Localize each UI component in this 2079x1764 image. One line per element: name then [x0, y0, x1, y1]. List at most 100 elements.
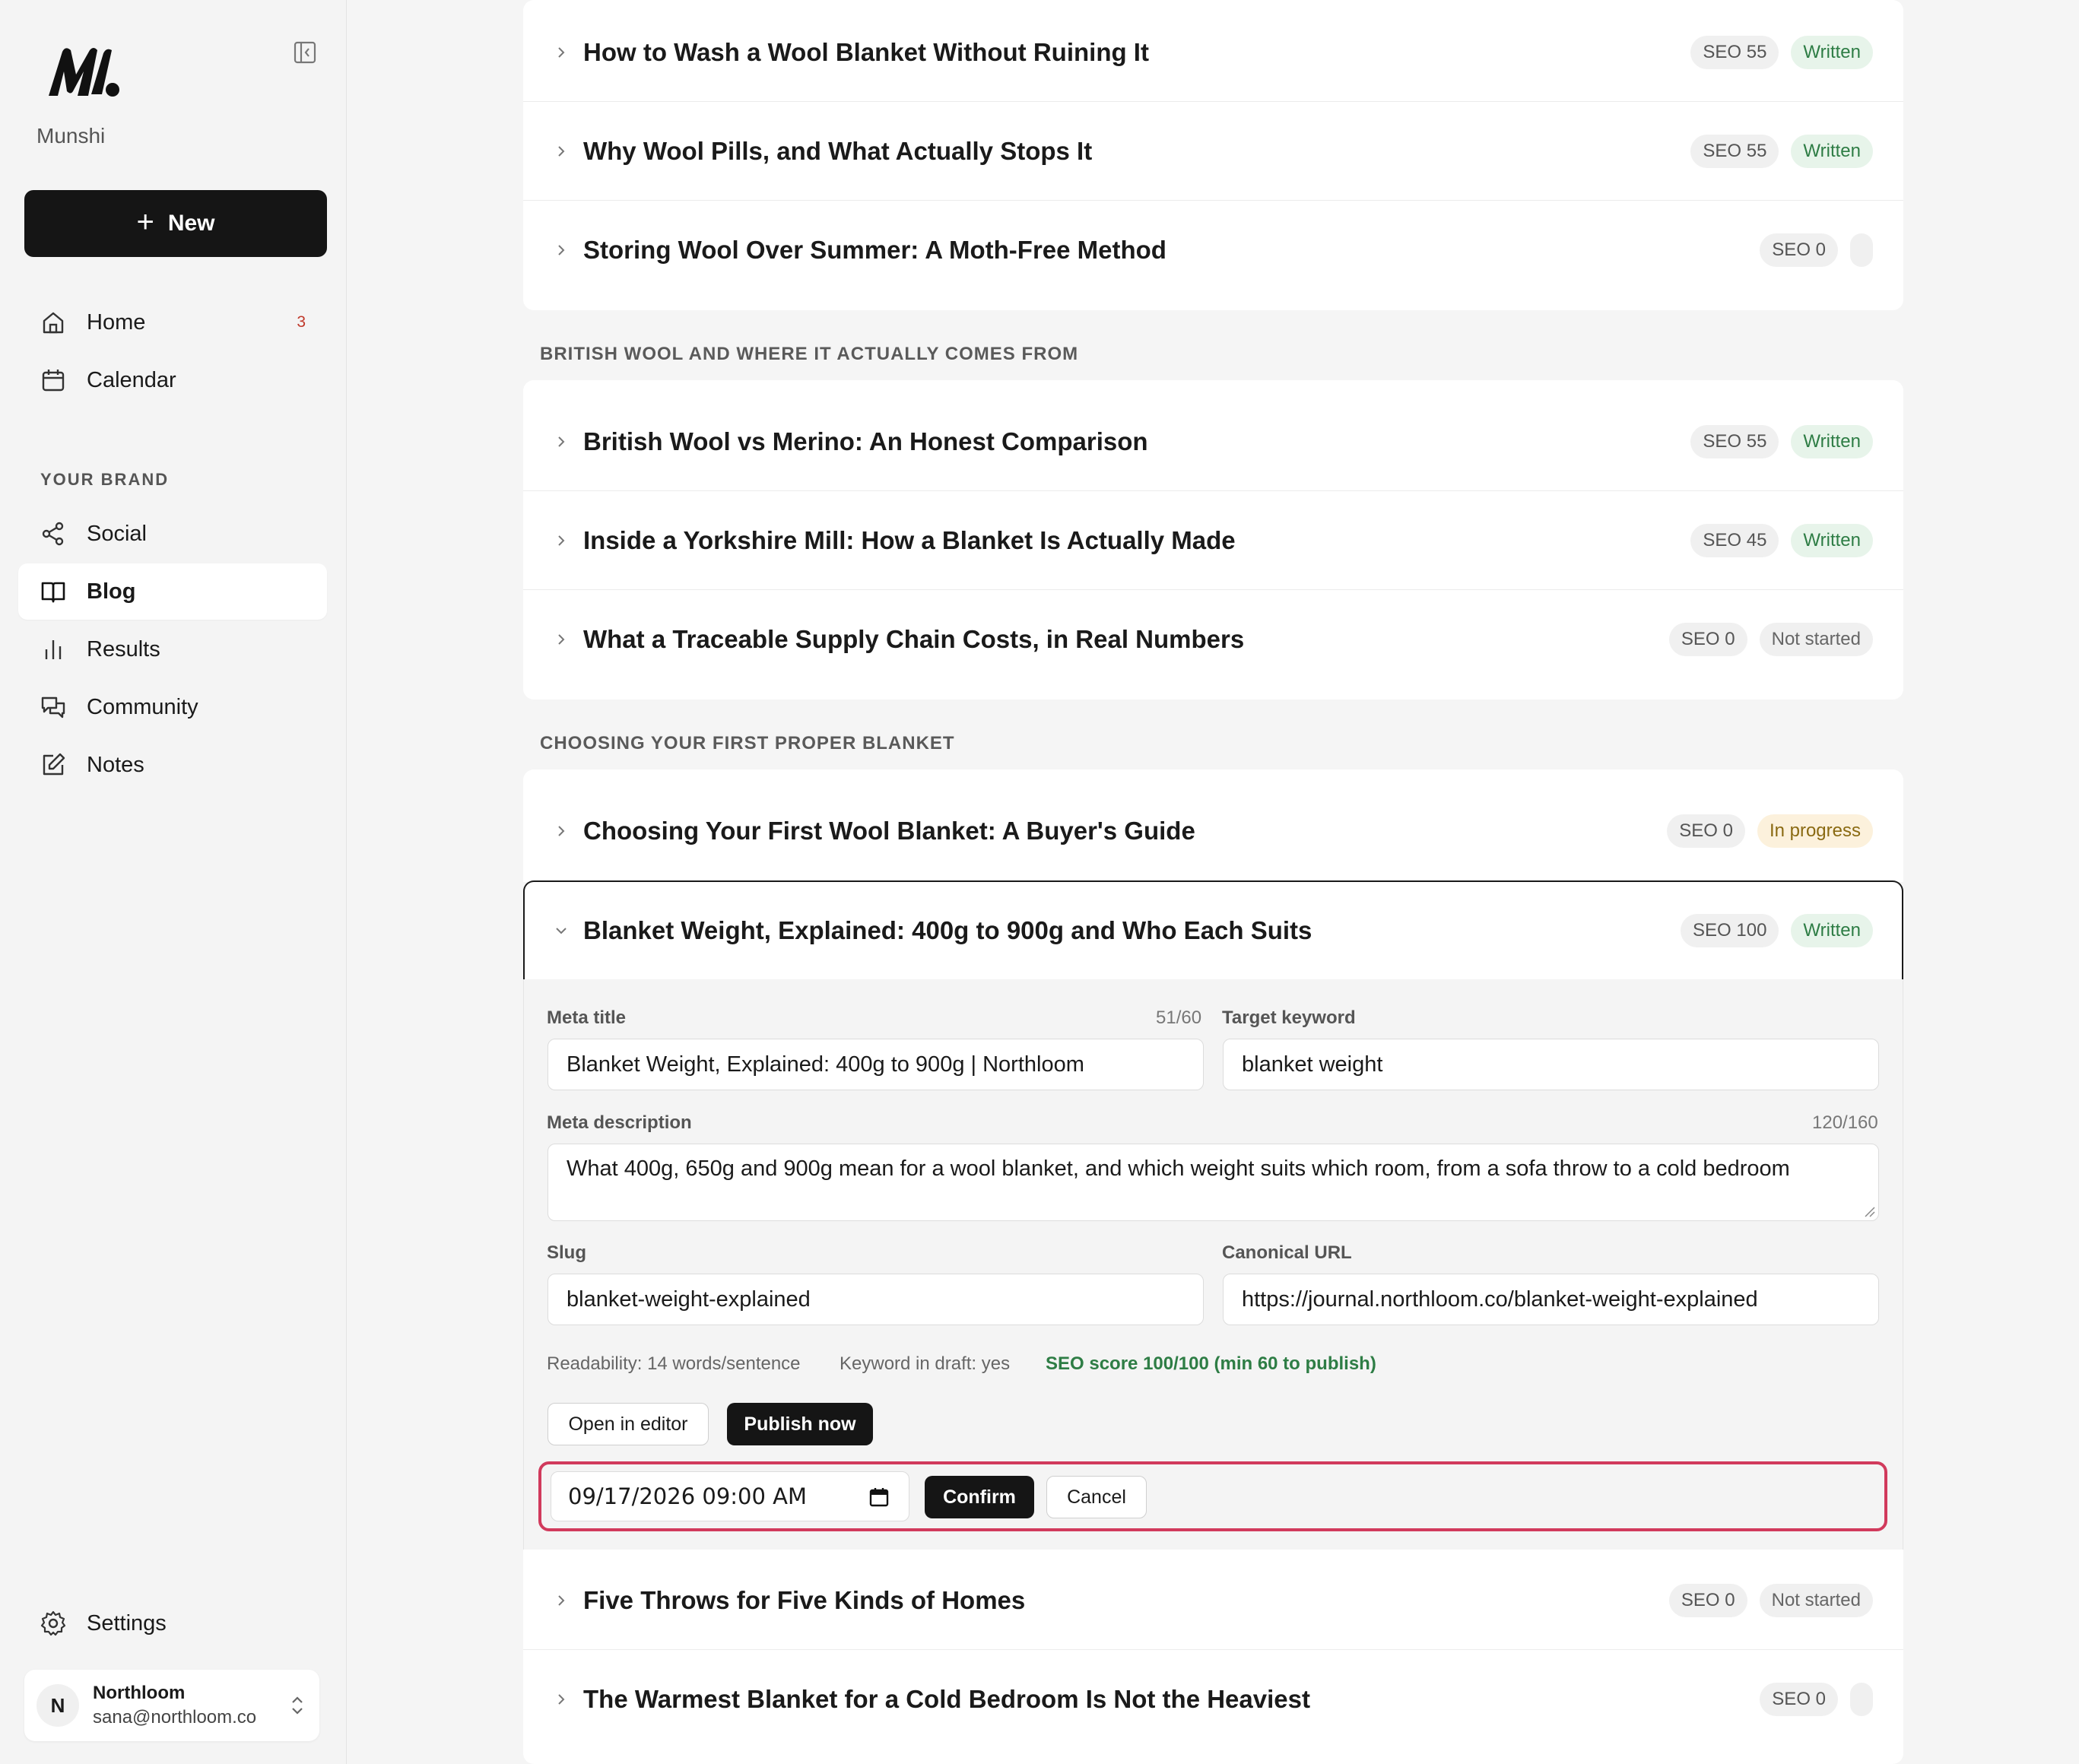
section-label-your-brand: YOUR BRAND	[40, 470, 170, 489]
account-switcher[interactable]: N Northloom sana@northloom.co	[24, 1670, 319, 1741]
nav-social[interactable]: Social	[18, 506, 327, 562]
seo-badge: SEO 0	[1668, 1583, 1747, 1617]
nav-community[interactable]: Community	[18, 679, 327, 735]
post-row[interactable]: How to Wash a Wool Blanket Without Ruini…	[523, 3, 1903, 102]
post-pills: SEO 0 Not started	[1668, 1583, 1873, 1617]
status-badge: Written	[1791, 134, 1873, 168]
post-row[interactable]: Five Throws for Five Kinds of Homes SEO …	[523, 1551, 1903, 1650]
home-icon	[43, 312, 64, 334]
chevron-right-icon	[558, 634, 565, 645]
brand-name: Munshi	[37, 124, 106, 148]
slug-input[interactable]: blanket-weight-explained	[548, 1274, 1204, 1325]
status-badge	[1850, 233, 1873, 267]
seo-badge: SEO 55	[1690, 35, 1779, 69]
nav-notes-label: Notes	[87, 752, 144, 777]
meta-title-input[interactable]: Blanket Weight, Explained: 400g to 900g …	[548, 1039, 1204, 1090]
canonical-url-label: Canonical URL	[1222, 1242, 1352, 1263]
post-title: Five Throws for Five Kinds of Homes	[583, 1585, 1026, 1614]
plus-icon: +	[136, 205, 154, 239]
new-button[interactable]: + New	[24, 190, 327, 257]
user-info: Northloom sana@northloom.co	[93, 1683, 256, 1728]
nav-blog[interactable]: Blog	[18, 563, 327, 620]
nav-blog-label: Blog	[87, 579, 136, 604]
post-pills: SEO 100 Written	[1681, 914, 1873, 947]
target-keyword-input[interactable]: blanket weight	[1223, 1039, 1879, 1090]
sidebar: Munshi + New Home 3 Calendar YOUR BRAND …	[0, 0, 347, 1764]
post-title: Storing Wool Over Summer: A Moth-Free Me…	[583, 236, 1166, 264]
seo-badge: SEO 55	[1690, 424, 1779, 458]
post-pills: SEO 45 Written	[1690, 523, 1873, 557]
resize-handle-icon[interactable]	[1863, 1205, 1875, 1217]
post-row[interactable]: Inside a Yorkshire Mill: How a Blanket I…	[523, 491, 1903, 590]
post-row[interactable]: The Warmest Blanket for a Cold Bedroom I…	[523, 1650, 1903, 1749]
gear-icon	[40, 1610, 66, 1636]
post-group-card: How to Wash a Wool Blanket Without Ruini…	[523, 0, 1903, 310]
status-badge: Written	[1791, 424, 1873, 458]
seo-badge: SEO 55	[1690, 134, 1779, 168]
post-title: What a Traceable Supply Chain Costs, in …	[583, 625, 1245, 653]
collapse-sidebar-icon[interactable]	[292, 40, 318, 65]
seo-badge: SEO 0	[1760, 1683, 1838, 1716]
post-title: Blanket Weight, Explained: 400g to 900g …	[583, 916, 1312, 944]
edit-icon	[43, 753, 65, 776]
meta-description-text: What 400g, 650g and 900g mean for a wool…	[567, 1156, 1790, 1181]
confirm-schedule-button[interactable]: Confirm	[925, 1476, 1034, 1518]
nav-settings-label: Settings	[87, 1610, 167, 1636]
post-title: Why Wool Pills, and What Actually Stops …	[583, 136, 1093, 165]
nav-settings[interactable]: Settings	[18, 1595, 327, 1651]
post-title: How to Wash a Wool Blanket Without Ruini…	[583, 37, 1149, 66]
cancel-schedule-button[interactable]: Cancel	[1046, 1476, 1147, 1518]
post-row[interactable]: Blanket Weight, Explained: 400g to 900g …	[525, 882, 1902, 979]
nav-calendar[interactable]: Calendar	[18, 352, 327, 408]
slug-label: Slug	[547, 1242, 586, 1263]
seo-badge: SEO 0	[1668, 623, 1747, 656]
status-badge: Not started	[1759, 623, 1873, 656]
post-pills: SEO 55 Written	[1690, 424, 1873, 458]
post-pills: SEO 0 Not started	[1668, 623, 1873, 656]
status-badge: Written	[1791, 35, 1873, 69]
post-row[interactable]: What a Traceable Supply Chain Costs, in …	[523, 590, 1903, 689]
calendar-picker-icon[interactable]	[869, 1487, 889, 1507]
meta-title-label: Meta title	[547, 1007, 627, 1028]
chevron-right-icon	[558, 1694, 565, 1705]
open-in-editor-button[interactable]: Open in editor	[548, 1403, 709, 1445]
post-title: British Wool vs Merino: An Honest Compar…	[583, 427, 1148, 455]
nav-results[interactable]: Results	[18, 621, 327, 677]
meta-title-count: 51/60	[1156, 1007, 1202, 1028]
seo-badge: SEO 45	[1690, 523, 1779, 557]
nav-results-label: Results	[87, 636, 160, 662]
post-row[interactable]: British Wool vs Merino: An Honest Compar…	[523, 392, 1903, 491]
user-name: Northloom	[93, 1683, 186, 1703]
seo-badge: SEO 0	[1760, 233, 1838, 267]
post-row[interactable]: Storing Wool Over Summer: A Moth-Free Me…	[523, 201, 1903, 300]
meta-description-count: 120/160	[1812, 1112, 1878, 1133]
calendar-icon	[42, 370, 65, 392]
status-badge: In progress	[1757, 814, 1873, 848]
chevron-right-icon	[558, 1594, 565, 1606]
chevron-down-icon	[556, 928, 567, 934]
bar-chart-icon	[45, 640, 62, 659]
share-icon	[42, 522, 64, 546]
group-label: CHOOSING YOUR FIRST PROPER BLANKET	[540, 733, 955, 754]
chat-icon	[41, 696, 65, 719]
post-pills: SEO 0 In progress	[1667, 814, 1873, 848]
nav-notes[interactable]: Notes	[18, 737, 327, 793]
post-pills: SEO 55 Written	[1690, 134, 1873, 168]
user-email: sana@northloom.co	[93, 1707, 257, 1728]
nav-calendar-label: Calendar	[87, 367, 176, 392]
seo-score-stat: SEO score 100/100 (min 60 to publish)	[1046, 1353, 1376, 1374]
group-label: BRITISH WOOL AND WHERE IT ACTUALLY COMES…	[540, 344, 1079, 364]
keyword-in-draft-stat: Keyword in draft: yes	[840, 1353, 1011, 1374]
post-row-expanded[interactable]: Blanket Weight, Explained: 400g to 900g …	[523, 880, 1903, 979]
canonical-url-input[interactable]: https://journal.northloom.co/blanket-wei…	[1223, 1274, 1879, 1325]
munshi-logo	[49, 48, 119, 97]
post-row[interactable]: Choosing Your First Wool Blanket: A Buye…	[523, 782, 1903, 880]
nav-home[interactable]: Home 3	[18, 294, 327, 351]
post-pills: SEO 0	[1760, 233, 1873, 267]
avatar: N	[37, 1684, 79, 1727]
publish-now-button[interactable]: Publish now	[727, 1403, 873, 1445]
meta-description-textarea[interactable]: What 400g, 650g and 900g mean for a wool…	[548, 1144, 1879, 1221]
schedule-datetime-input[interactable]: 09/17/2026 09:00 AM	[551, 1471, 909, 1521]
post-row[interactable]: Why Wool Pills, and What Actually Stops …	[523, 102, 1903, 201]
chevron-right-icon	[558, 245, 565, 255]
